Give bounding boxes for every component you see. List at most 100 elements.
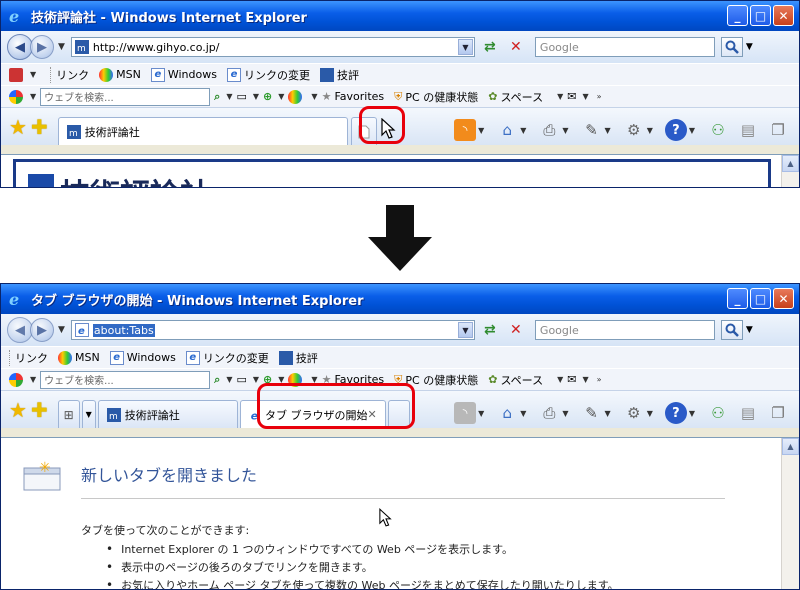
rss-feed-icon[interactable]: ◝ — [454, 402, 477, 424]
search-input[interactable]: Google — [534, 37, 715, 57]
spaces-button[interactable]: ✿ スペース — [488, 89, 543, 105]
address-dropdown-icon[interactable]: ▼ — [457, 39, 473, 55]
toolbar-options-icon[interactable]: » — [597, 92, 602, 101]
toolbar-options-icon[interactable]: » — [597, 375, 602, 384]
messenger-icon[interactable]: ⚇ — [707, 402, 729, 424]
vertical-scrollbar[interactable]: ▲ — [781, 438, 799, 589]
research-icon[interactable]: ▤ — [737, 402, 759, 424]
rss-feed-icon[interactable]: ◝ — [454, 119, 477, 141]
history-dropdown-icon[interactable]: ▼ — [58, 325, 65, 335]
scroll-up-icon[interactable]: ▲ — [782, 438, 799, 455]
address-bar[interactable]: m http://www.gihyo.co.jp/ ▼ — [70, 37, 475, 57]
favorites-button[interactable]: ★ Favorites — [322, 90, 385, 103]
svg-text:e: e — [78, 326, 85, 337]
maximize-button[interactable]: □ — [750, 5, 771, 26]
link-gihyo[interactable]: 技評 — [319, 67, 359, 83]
search-icon[interactable] — [720, 37, 743, 57]
home-icon[interactable]: ⌂ — [496, 402, 518, 424]
search-input[interactable]: Google — [534, 320, 715, 340]
minimize-button[interactable]: _ — [727, 5, 748, 26]
spaces-button[interactable]: ✿ スペース — [488, 372, 543, 388]
mail-icon[interactable]: ✉ — [567, 90, 576, 103]
minimize-button[interactable]: _ — [727, 288, 748, 309]
google-toolbar: ▼ ウェブを検索... ⌕ ▼ ▭ ▼ ⊕ ▼ ▼ ★ Favorites ⛨ PC の… — [1, 85, 799, 107]
print-icon[interactable]: ⎙ — [538, 402, 560, 424]
research-icon[interactable]: ▤ — [737, 119, 759, 141]
favorites-center-icon[interactable]: ★ — [9, 115, 27, 139]
address-bar[interactable]: e about:Tabs ▼ — [70, 320, 475, 340]
maximize-button[interactable]: □ — [750, 288, 771, 309]
link-windows[interactable]: e Windows — [150, 67, 217, 82]
refresh-icon[interactable]: ⇄ — [479, 37, 501, 57]
toolbar-icon-1[interactable]: ▭ — [236, 373, 246, 386]
copy-icon[interactable]: ❐ — [767, 402, 789, 424]
title-bar[interactable]: e 技術評論社 - Windows Internet Explorer _ □ … — [1, 1, 799, 31]
web-search-go-icon[interactable]: ⌕ — [214, 373, 220, 387]
web-search-dropdown-icon[interactable]: ▼ — [226, 92, 232, 101]
help-icon[interactable]: ? — [664, 402, 687, 424]
address-row: ◀ ▶ ▼ e about:Tabs ▼ ⇄ ✕ Google ▼ — [1, 314, 799, 346]
link-change[interactable]: e リンクの変更 — [185, 350, 269, 366]
web-search-input[interactable]: ウェブを検索... — [40, 370, 211, 389]
close-button[interactable]: ✕ — [773, 288, 794, 309]
window-title: タブ ブラウザの開始 - Windows Internet Explorer — [31, 293, 364, 309]
search-icon[interactable] — [720, 320, 743, 340]
msn-butterfly-icon[interactable] — [288, 89, 305, 104]
svg-text:e: e — [9, 290, 19, 308]
toolbar-icon-1[interactable]: ▭ — [236, 90, 246, 103]
tab-list-dropdown[interactable]: ▼ — [81, 400, 96, 428]
tools-gear-icon[interactable]: ⚙ — [623, 119, 645, 141]
page-menu-icon[interactable]: ✎ — [581, 119, 603, 141]
history-dropdown-icon[interactable]: ▼ — [58, 42, 65, 52]
print-icon[interactable]: ⎙ — [538, 119, 560, 141]
address-url: http://www.gihyo.co.jp/ — [92, 40, 220, 54]
search-dropdown-icon[interactable]: ▼ — [746, 42, 753, 52]
help-icon[interactable]: ? — [664, 119, 687, 141]
link-change[interactable]: e リンクの変更 — [226, 67, 310, 83]
title-bar[interactable]: e タブ ブラウザの開始 - Windows Internet Explorer… — [1, 284, 799, 314]
link-msn[interactable]: MSN — [58, 350, 100, 365]
quick-tabs-button[interactable]: ⊞ — [57, 400, 80, 428]
home-icon[interactable]: ⌂ — [496, 119, 518, 141]
gihyo-favicon-icon — [319, 67, 334, 82]
windows-logo-icon[interactable]: ▼ — [9, 372, 40, 387]
tab-gihyo[interactable]: m 技術評論社 — [97, 400, 238, 428]
svg-text:✳: ✳ — [39, 460, 51, 476]
close-button[interactable]: ✕ — [773, 5, 794, 26]
scroll-up-icon[interactable]: ▲ — [782, 155, 799, 172]
web-search-go-icon[interactable]: ⌕ — [214, 90, 220, 104]
new-tab-page-icon: ✳ — [23, 460, 61, 491]
mouse-cursor-icon — [381, 118, 396, 139]
tab-gihyo[interactable]: m 技術評論社 — [57, 117, 348, 145]
mail-icon[interactable]: ✉ — [567, 373, 576, 386]
vertical-scrollbar[interactable]: ▲ — [781, 155, 799, 187]
green-plus-icon[interactable]: ⊕ — [263, 90, 272, 103]
forward-button[interactable]: ▶ — [30, 35, 54, 59]
add-favorites-icon[interactable]: ✚ — [31, 115, 48, 139]
windows-logo-icon[interactable]: ▼ — [9, 89, 40, 104]
down-arrow-icon — [368, 205, 432, 271]
forward-button[interactable]: ▶ — [30, 318, 54, 342]
copy-icon[interactable]: ❐ — [767, 119, 789, 141]
pc-health-button[interactable]: ⛨ PC の健康状態 — [394, 89, 478, 105]
link-gihyo[interactable]: 技評 — [278, 350, 318, 366]
gihyo-favicon-icon — [278, 350, 293, 365]
link-windows[interactable]: e Windows — [109, 350, 176, 365]
tools-gear-icon[interactable]: ⚙ — [623, 402, 645, 424]
page-menu-icon[interactable]: ✎ — [581, 402, 603, 424]
address-dropdown-icon[interactable]: ▼ — [457, 322, 473, 338]
add-favorites-icon[interactable]: ✚ — [31, 398, 48, 422]
favorites-center-icon[interactable]: ★ — [9, 398, 27, 422]
link-label: リンク — [15, 351, 48, 365]
links-menu[interactable]: ▼ — [9, 67, 40, 82]
link-msn[interactable]: MSN — [99, 67, 141, 82]
stop-icon[interactable]: ✕ — [505, 37, 527, 57]
refresh-icon[interactable]: ⇄ — [479, 320, 501, 340]
ie-logo-icon: e — [9, 7, 19, 25]
stop-icon[interactable]: ✕ — [505, 320, 527, 340]
messenger-icon[interactable]: ⚇ — [707, 119, 729, 141]
gihyo-page-heading: 技術評論社 — [60, 170, 210, 187]
web-search-input[interactable]: ウェブを検索... — [40, 87, 211, 106]
search-dropdown-icon[interactable]: ▼ — [746, 325, 753, 335]
web-search-dropdown-icon[interactable]: ▼ — [226, 375, 232, 384]
